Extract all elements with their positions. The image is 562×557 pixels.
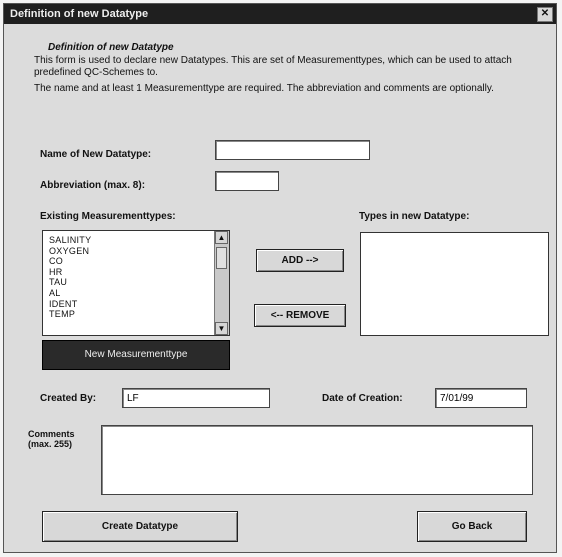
existing-types-label: Existing Measurementtypes: bbox=[40, 211, 176, 222]
intro-paragraph-2: The name and at least 1 Measurementtype … bbox=[34, 83, 494, 94]
comments-label: Comments (max. 255) bbox=[28, 429, 75, 449]
list-item[interactable]: HR bbox=[49, 267, 91, 278]
list-scrollbar[interactable]: ▲ ▼ bbox=[214, 231, 229, 335]
comments-input[interactable] bbox=[101, 425, 533, 495]
scroll-up-icon[interactable]: ▲ bbox=[215, 231, 228, 244]
list-item[interactable]: TEMP bbox=[49, 309, 91, 320]
close-icon: ✕ bbox=[540, 8, 550, 19]
intro-paragraph-1: This form is used to declare new Datatyp… bbox=[34, 55, 512, 78]
intro-heading: Definition of new Datatype bbox=[48, 42, 174, 53]
list-item[interactable]: SALINITY bbox=[49, 235, 91, 246]
date-of-creation-label: Date of Creation: bbox=[322, 393, 403, 404]
existing-types-list[interactable]: SALINITY OXYGEN CO HR TAU AL IDENT TEMP … bbox=[42, 230, 230, 336]
list-item[interactable]: TAU bbox=[49, 277, 91, 288]
list-item[interactable]: AL bbox=[49, 288, 91, 299]
list-item[interactable]: IDENT bbox=[49, 299, 91, 310]
datatype-name-input[interactable] bbox=[215, 140, 370, 160]
abbreviation-input[interactable] bbox=[215, 171, 279, 191]
add-button[interactable]: ADD --> bbox=[256, 249, 344, 272]
created-by-label: Created By: bbox=[40, 393, 97, 404]
remove-button[interactable]: <-- REMOVE bbox=[254, 304, 346, 327]
scroll-thumb[interactable] bbox=[216, 247, 227, 269]
created-by-input[interactable] bbox=[122, 388, 270, 408]
target-types-list[interactable] bbox=[360, 232, 549, 336]
abbreviation-label: Abbreviation (max. 8): bbox=[40, 180, 146, 191]
date-of-creation-input[interactable] bbox=[435, 388, 527, 408]
list-item[interactable]: OXYGEN bbox=[49, 246, 91, 257]
scroll-down-icon[interactable]: ▼ bbox=[215, 322, 228, 335]
close-button[interactable]: ✕ bbox=[537, 7, 553, 22]
target-types-label: Types in new Datatype: bbox=[359, 211, 470, 222]
window-title: Definition of new Datatype bbox=[10, 8, 149, 20]
new-measurementtype-button[interactable]: New Measurementtype bbox=[42, 340, 230, 370]
go-back-button[interactable]: Go Back bbox=[417, 511, 527, 542]
title-bar: Definition of new Datatype ✕ bbox=[4, 4, 556, 24]
dialog-window: Definition of new Datatype ✕ Definition … bbox=[3, 3, 557, 553]
name-label: Name of New Datatype: bbox=[40, 149, 152, 160]
list-item[interactable]: CO bbox=[49, 256, 91, 267]
create-datatype-button[interactable]: Create Datatype bbox=[42, 511, 238, 542]
